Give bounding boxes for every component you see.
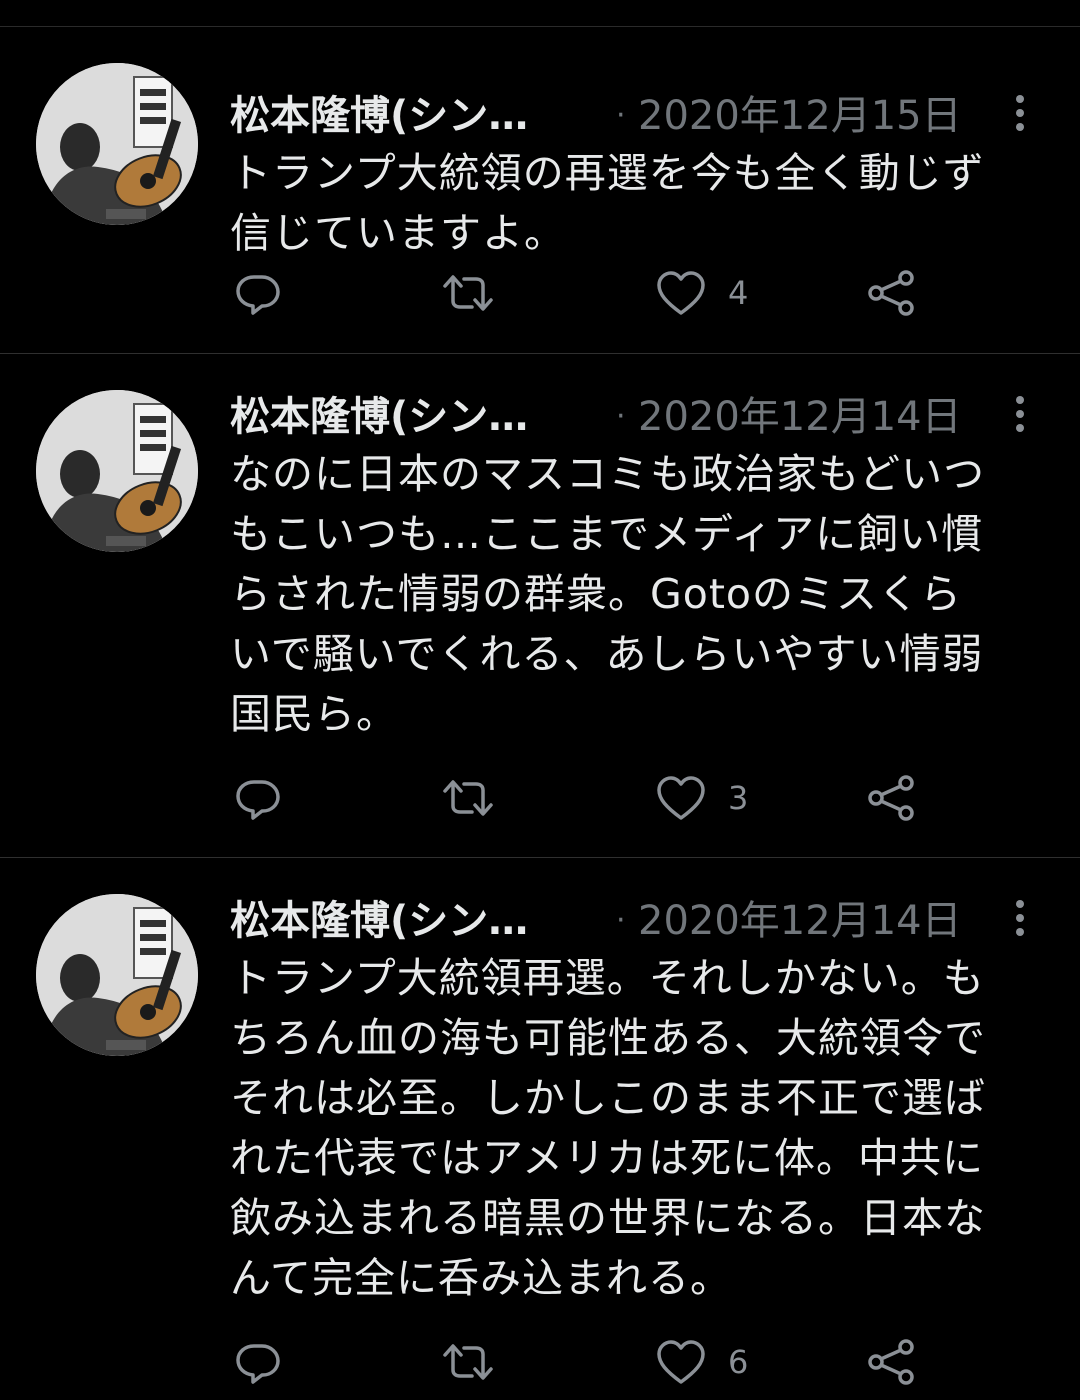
retweet-button[interactable] (440, 267, 496, 319)
share-icon (868, 1339, 914, 1385)
avatar[interactable] (36, 894, 198, 1056)
retweet-icon (443, 1344, 493, 1380)
tweet-text-line: 信じていますよ。 (230, 209, 566, 257)
action-bar: 4 (230, 267, 1050, 319)
tweet-text-line: トランプ大統領の再選を今も全く動じず (230, 149, 985, 197)
share-icon (868, 775, 914, 821)
separator-dot: · (616, 903, 626, 938)
like-count: 6 (728, 1343, 749, 1381)
separator-dot: · (616, 399, 626, 434)
like-button[interactable]: 6 (656, 1336, 748, 1388)
tweet-text-line: んて完全に呑み込まれる。 (230, 1254, 732, 1302)
reply-button[interactable] (234, 1336, 282, 1388)
tweet-text-line: れた代表ではアメリカは死に体。中共に (230, 1134, 984, 1182)
tweet-header: 松本隆博(シン… · 2020年12月14日 (230, 392, 1050, 442)
reply-icon (236, 1344, 280, 1384)
tweet-date[interactable]: 2020年12月14日 (638, 392, 962, 442)
tweet-date[interactable]: 2020年12月15日 (638, 91, 962, 141)
tweet-text-line: 飲み込まれる暗黒の世界になる。日本な (230, 1194, 986, 1242)
author-name[interactable]: 松本隆博(シン… (230, 91, 528, 141)
share-button[interactable] (866, 267, 916, 319)
reply-button[interactable] (234, 772, 282, 824)
more-vertical-icon[interactable] (1002, 898, 1038, 938)
tweet-text-line: それは必至。しかしこのまま不正で選ば (230, 1074, 986, 1122)
avatar-image (36, 63, 198, 225)
like-count: 4 (728, 274, 749, 312)
tweet-text-line: ちろん血の海も可能性ある、大統領令で (230, 1014, 986, 1062)
tweet-text-line: らされた情弱の群衆。Gotoのミスくら (230, 570, 963, 618)
tweet-header: 松本隆博(シン… · 2020年12月14日 (230, 896, 1050, 946)
more-vertical-icon[interactable] (1002, 93, 1038, 133)
avatar-image (36, 390, 198, 552)
tweet-header: 松本隆博(シン… · 2020年12月15日 (230, 91, 1050, 141)
tweet-text: トランプ大統領の再選を今も全く動じず 信じていますよ。 (230, 143, 1050, 263)
tweet-2[interactable]: 松本隆博(シン… · 2020年12月14日 なのに日本のマスコミも政治家もどい… (0, 354, 1080, 858)
tweet-date[interactable]: 2020年12月14日 (638, 896, 962, 946)
share-button[interactable] (866, 772, 916, 824)
retweet-button[interactable] (440, 772, 496, 824)
avatar-image (36, 894, 198, 1056)
retweet-icon (443, 780, 493, 816)
tweet-text: なのに日本のマスコミも政治家もどいつ もこいつも…ここまでメディアに飼い慣 らされた… (230, 444, 1050, 744)
author-name[interactable]: 松本隆博(シン… (230, 896, 528, 946)
heart-icon (657, 271, 705, 315)
top-edge (0, 0, 1080, 27)
share-icon (868, 270, 914, 316)
like-button[interactable]: 3 (656, 772, 748, 824)
reply-button[interactable] (234, 267, 282, 319)
tweet-1[interactable]: 松本隆博(シン… · 2020年12月15日 トランプ大統領の再選を今も全く動じ… (0, 27, 1080, 354)
like-button[interactable]: 4 (656, 267, 748, 319)
tweet-text-line: もこいつも…ここまでメディアに飼い慣 (230, 510, 984, 558)
like-count: 3 (728, 779, 749, 817)
more-vertical-icon[interactable] (1002, 394, 1038, 434)
tweet-text-line: いで騒いでくれる、あしらいやすい情弱 (230, 630, 984, 678)
tweet-text: トランプ大統領再選。それしかない。も ちろん血の海も可能性ある、大統領令で それは必… (230, 948, 1050, 1308)
share-button[interactable] (866, 1336, 916, 1388)
action-bar: 6 (230, 1336, 1050, 1388)
reply-icon (236, 780, 280, 820)
retweet-button[interactable] (440, 1336, 496, 1388)
avatar[interactable] (36, 63, 198, 225)
separator-dot: · (616, 98, 626, 133)
heart-icon (657, 1340, 705, 1384)
tweet-text-line: なのに日本のマスコミも政治家もどいつ (230, 450, 986, 498)
avatar[interactable] (36, 390, 198, 552)
tweet-text-line: 国民ら。 (230, 690, 398, 738)
tweet-3[interactable]: 松本隆博(シン… · 2020年12月14日 トランプ大統領再選。それしかない。… (0, 858, 1080, 1400)
heart-icon (657, 776, 705, 820)
reply-icon (236, 275, 280, 315)
tweet-text-line: トランプ大統領再選。それしかない。も (230, 954, 985, 1002)
action-bar: 3 (230, 772, 1050, 824)
retweet-icon (443, 275, 493, 311)
author-name[interactable]: 松本隆博(シン… (230, 392, 528, 442)
